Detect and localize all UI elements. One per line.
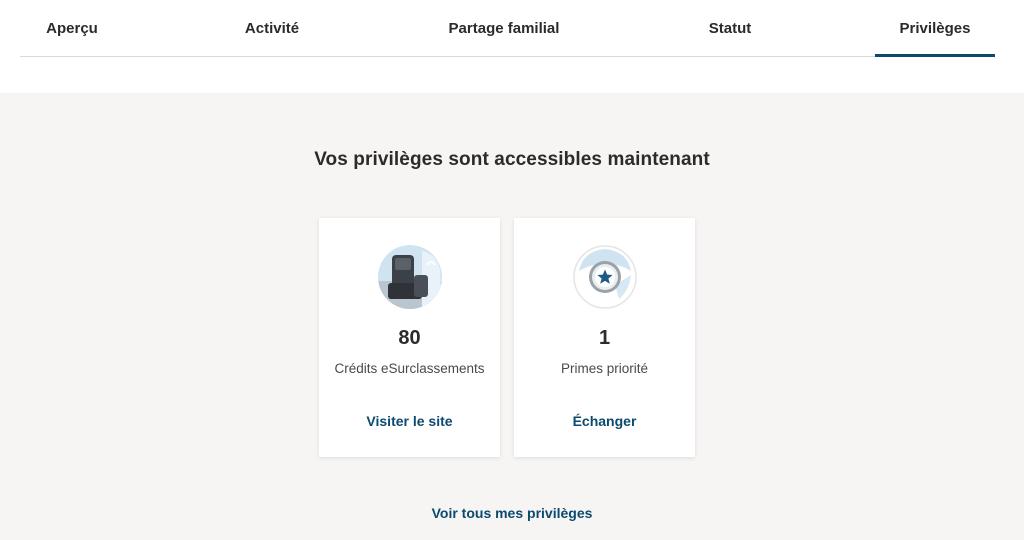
seat-icon: [378, 245, 442, 309]
exchange-link[interactable]: Échanger: [514, 413, 695, 429]
tab-bar: Aperçu Activité Partage familial Statut …: [20, 0, 995, 57]
priority-rewards-card: 1 Primes priorité Échanger: [514, 218, 695, 457]
star-badge-icon: [573, 245, 637, 309]
upgrade-credits-value: 80: [398, 327, 421, 349]
priority-rewards-value: 1: [598, 327, 611, 349]
page-title: Vos privilèges sont accessibles maintena…: [314, 149, 710, 170]
tab-partage-familial[interactable]: Partage familial: [423, 0, 585, 56]
upgrade-credits-card: 80 Crédits eSurclassements Visiter le si…: [319, 218, 500, 457]
tab-activite[interactable]: Activité: [219, 0, 325, 56]
tab-privileges[interactable]: Privilèges: [875, 0, 995, 57]
privileges-panel: Vos privilèges sont accessibles maintena…: [0, 93, 1024, 540]
tab-statut[interactable]: Statut: [684, 0, 776, 56]
tab-apercu[interactable]: Aperçu: [20, 0, 124, 56]
visit-site-link[interactable]: Visiter le site: [319, 413, 500, 429]
upgrade-credits-label: Crédits eSurclassements: [334, 361, 485, 376]
view-all-privileges-link[interactable]: Voir tous mes privilèges: [0, 505, 1024, 521]
priority-rewards-label: Primes priorité: [560, 361, 649, 376]
